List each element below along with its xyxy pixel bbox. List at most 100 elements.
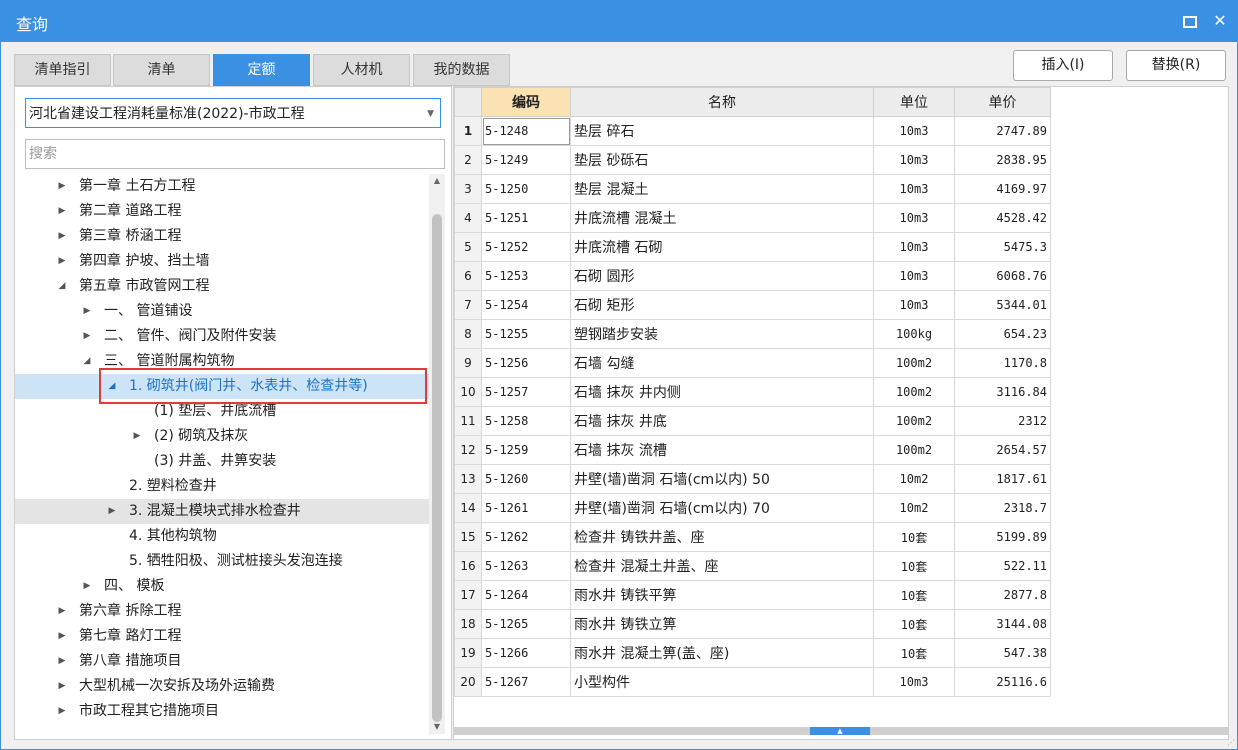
table-row[interactable]: 3 5-1250 垫层 混凝土 10m3 4169.97 (454, 174, 1051, 204)
name-cell[interactable]: 检查井 铸铁井盖、座 (570, 522, 874, 552)
name-cell[interactable]: 石墙 抹灰 井内侧 (570, 377, 874, 407)
unit-cell[interactable]: 10套 (873, 580, 955, 610)
expand-arrow-icon[interactable]: ▶ (57, 624, 67, 649)
scroll-thumb[interactable] (432, 214, 442, 722)
table-row[interactable]: 16 5-1263 检查井 混凝土井盖、座 10套 522.11 (454, 551, 1051, 581)
name-cell[interactable]: 石墙 抹灰 井底 (570, 406, 874, 436)
resize-grip-icon[interactable]: ⋰ (1227, 738, 1235, 747)
name-cell[interactable]: 井壁(墙)凿洞 石墙(cm以内) 70 (570, 493, 874, 523)
code-cell[interactable]: 5-1256 (481, 348, 571, 378)
collapse-arrow-icon[interactable]: ◢ (82, 349, 92, 374)
scroll-up-icon[interactable]: ▲ (429, 174, 445, 188)
code-cell[interactable]: 5-1267 (481, 667, 571, 697)
tree-node[interactable]: ▶ 第三章 桥涵工程 (15, 224, 429, 249)
tree-node[interactable]: 2. 塑料检查井 (15, 474, 429, 499)
expand-arrow-icon[interactable]: ▶ (82, 299, 92, 324)
table-row[interactable]: 2 5-1249 垫层 砂砾石 10m3 2838.95 (454, 145, 1051, 175)
tree-node[interactable]: 4. 其他构筑物 (15, 524, 429, 549)
tree-node[interactable]: 5. 牺牲阳极、测试桩接头发泡连接 (15, 549, 429, 574)
price-cell[interactable]: 2312 (954, 406, 1051, 436)
name-cell[interactable]: 垫层 砂砾石 (570, 145, 874, 175)
price-cell[interactable]: 2654.57 (954, 435, 1051, 465)
tree-node[interactable]: ▶ 市政工程其它措施项目 (15, 699, 429, 724)
table-row[interactable]: 4 5-1251 井底流槽 混凝土 10m3 4528.42 (454, 203, 1051, 233)
name-cell[interactable]: 垫层 碎石 (570, 116, 874, 146)
expand-arrow-icon[interactable]: ▶ (107, 499, 117, 524)
code-cell[interactable]: 5-1255 (481, 319, 571, 349)
name-cell[interactable]: 井底流槽 混凝土 (570, 203, 874, 233)
price-cell[interactable]: 522.11 (954, 551, 1051, 581)
unit-cell[interactable]: 10m3 (873, 232, 955, 262)
unit-cell[interactable]: 10套 (873, 522, 955, 552)
tree-scrollbar[interactable]: ▲ ▼ (429, 174, 445, 734)
name-cell[interactable]: 雨水井 铸铁平箅 (570, 580, 874, 610)
name-cell[interactable]: 检查井 混凝土井盖、座 (570, 551, 874, 581)
expand-arrow-icon[interactable]: ▶ (57, 674, 67, 699)
table-row[interactable]: 13 5-1260 井壁(墙)凿洞 石墙(cm以内) 50 10m2 1817.61 (454, 464, 1051, 494)
tree-node[interactable]: ▶ 第二章 道路工程 (15, 199, 429, 224)
price-cell[interactable]: 1817.61 (954, 464, 1051, 494)
table-row[interactable]: 17 5-1264 雨水井 铸铁平箅 10套 2877.8 (454, 580, 1051, 610)
name-cell[interactable]: 小型构件 (570, 667, 874, 697)
table-row[interactable]: 18 5-1265 雨水井 铸铁立箅 10套 3144.08 (454, 609, 1051, 639)
code-cell[interactable]: 5-1259 (481, 435, 571, 465)
unit-cell[interactable]: 100kg (873, 319, 955, 349)
price-cell[interactable]: 3144.08 (954, 609, 1051, 639)
scroll-down-icon[interactable]: ▼ (429, 720, 445, 734)
table-row[interactable]: 7 5-1254 石砌 矩形 10m3 5344.01 (454, 290, 1051, 320)
tree-node[interactable]: ▶ 四、 模板 (15, 574, 429, 599)
code-cell[interactable]: 5-1257 (481, 377, 571, 407)
name-cell[interactable]: 石墙 抹灰 流槽 (570, 435, 874, 465)
code-cell[interactable]: 5-1262 (481, 522, 571, 552)
unit-cell[interactable]: 10套 (873, 609, 955, 639)
price-cell[interactable]: 25116.6 (954, 667, 1051, 697)
unit-cell[interactable]: 10套 (873, 551, 955, 581)
expand-arrow-icon[interactable]: ▶ (57, 199, 67, 224)
search-input[interactable] (25, 139, 445, 169)
unit-cell[interactable]: 10m2 (873, 464, 955, 494)
unit-cell[interactable]: 10m2 (873, 493, 955, 523)
close-icon[interactable]: ✕ (1210, 11, 1230, 31)
price-cell[interactable]: 2838.95 (954, 145, 1051, 175)
tree-node[interactable]: ▶ 第八章 措施项目 (15, 649, 429, 674)
price-cell[interactable]: 2877.8 (954, 580, 1051, 610)
unit-cell[interactable]: 10m3 (873, 261, 955, 291)
price-cell[interactable]: 4528.42 (954, 203, 1051, 233)
unit-cell[interactable]: 100m2 (873, 377, 955, 407)
tree-node[interactable]: ▶ (2) 砌筑及抹灰 (15, 424, 429, 449)
table-row[interactable]: 6 5-1253 石砌 圆形 10m3 6068.76 (454, 261, 1051, 291)
chevron-down-icon[interactable]: ▼ (427, 99, 434, 129)
price-cell[interactable]: 3116.84 (954, 377, 1051, 407)
code-cell[interactable]: 5-1251 (481, 203, 571, 233)
tab-labor-material[interactable]: 人材机 (313, 54, 410, 86)
expand-arrow-icon[interactable]: ▶ (82, 574, 92, 599)
expand-arrow-icon[interactable]: ▶ (57, 599, 67, 624)
code-cell[interactable]: 5-1260 (481, 464, 571, 494)
scroll-grip-icon[interactable]: ▲ (810, 727, 870, 735)
code-cell[interactable]: 5-1261 (481, 493, 571, 523)
expand-arrow-icon[interactable]: ▶ (57, 649, 67, 674)
price-cell[interactable]: 5475.3 (954, 232, 1051, 262)
title-bar[interactable]: 查询 ✕ (1, 1, 1237, 42)
tree-node[interactable]: ▶ 二、 管件、阀门及附件安装 (15, 324, 429, 349)
tree-node[interactable]: ◢ 第五章 市政管网工程 (15, 274, 429, 299)
table-row[interactable]: 20 5-1267 小型构件 10m3 25116.6 (454, 667, 1051, 697)
code-cell[interactable]: 5-1250 (481, 174, 571, 204)
price-cell[interactable]: 4169.97 (954, 174, 1051, 204)
maximize-icon[interactable] (1180, 11, 1200, 31)
table-row[interactable]: 19 5-1266 雨水井 混凝土箅(盖、座) 10套 547.38 (454, 638, 1051, 668)
tree-node[interactable]: ▶ 一、 管道铺设 (15, 299, 429, 324)
table-row[interactable]: 12 5-1259 石墙 抹灰 流槽 100m2 2654.57 (454, 435, 1051, 465)
expand-arrow-icon[interactable]: ▶ (82, 324, 92, 349)
column-header-name[interactable]: 名称 (570, 87, 874, 117)
tab-quota[interactable]: 定额 (213, 54, 310, 86)
price-cell[interactable]: 5199.89 (954, 522, 1051, 552)
unit-cell[interactable]: 100m2 (873, 348, 955, 378)
name-cell[interactable]: 塑钢踏步安装 (570, 319, 874, 349)
unit-cell[interactable]: 10m3 (873, 667, 955, 697)
unit-cell[interactable]: 10m3 (873, 116, 955, 146)
unit-cell[interactable]: 10m3 (873, 290, 955, 320)
name-cell[interactable]: 石砌 圆形 (570, 261, 874, 291)
tab-list-guide[interactable]: 清单指引 (14, 54, 111, 86)
expand-arrow-icon[interactable]: ▶ (132, 424, 142, 449)
